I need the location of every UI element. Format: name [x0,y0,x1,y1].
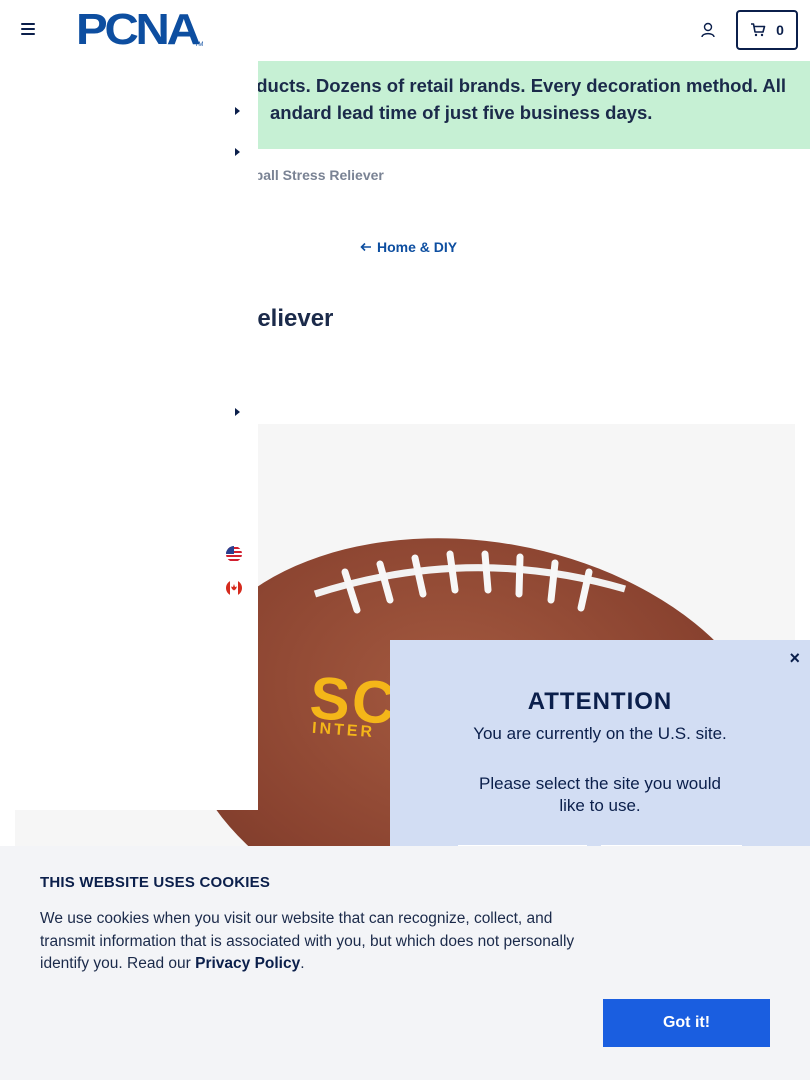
site-header: PCNA TM 0 [0,0,810,61]
pcna-logo[interactable]: PCNA TM [76,5,203,54]
us-flag-icon[interactable] [226,546,242,562]
caret-right-icon[interactable] [232,147,242,157]
close-icon[interactable]: × [789,648,800,669]
privacy-policy-link[interactable]: Privacy Policy [195,955,300,972]
cart-count: 0 [776,22,784,38]
attention-message: You are currently on the U.S. site. [473,724,727,743]
cart-icon [751,23,766,37]
football-laces [313,550,626,614]
back-to-category-link[interactable]: Home & DIY [360,239,457,255]
caret-right-icon[interactable] [232,106,242,116]
attention-title: ATTENTION [527,688,673,715]
accept-cookies-button[interactable]: Got it! [603,999,770,1047]
side-drawer [0,61,258,810]
account-icon[interactable] [700,22,716,38]
breadcrumb[interactable]: tball Stress Reliever [250,167,384,183]
cart-button[interactable]: 0 [736,10,798,50]
caret-right-icon[interactable] [232,407,242,417]
cookie-title: THIS WEBSITE USES COOKIES [40,874,271,891]
cookie-text: We use cookies when you visit our websit… [40,908,605,976]
cookie-body: We use cookies when you visit our websit… [40,910,575,972]
canada-flag-icon[interactable] [226,580,242,596]
arrow-left-icon [360,242,371,252]
attention-modal: × ATTENTION You are currently on the U.S… [390,640,810,850]
cookie-banner: THIS WEBSITE USES COOKIES We use cookies… [0,846,810,1080]
back-link-label: Home & DIY [377,239,458,255]
menu-icon[interactable] [21,23,35,37]
logo-text: PCNA [76,5,201,54]
cookie-period: . [300,955,305,972]
attention-prompt: Please select the site you would like to… [479,774,721,815]
